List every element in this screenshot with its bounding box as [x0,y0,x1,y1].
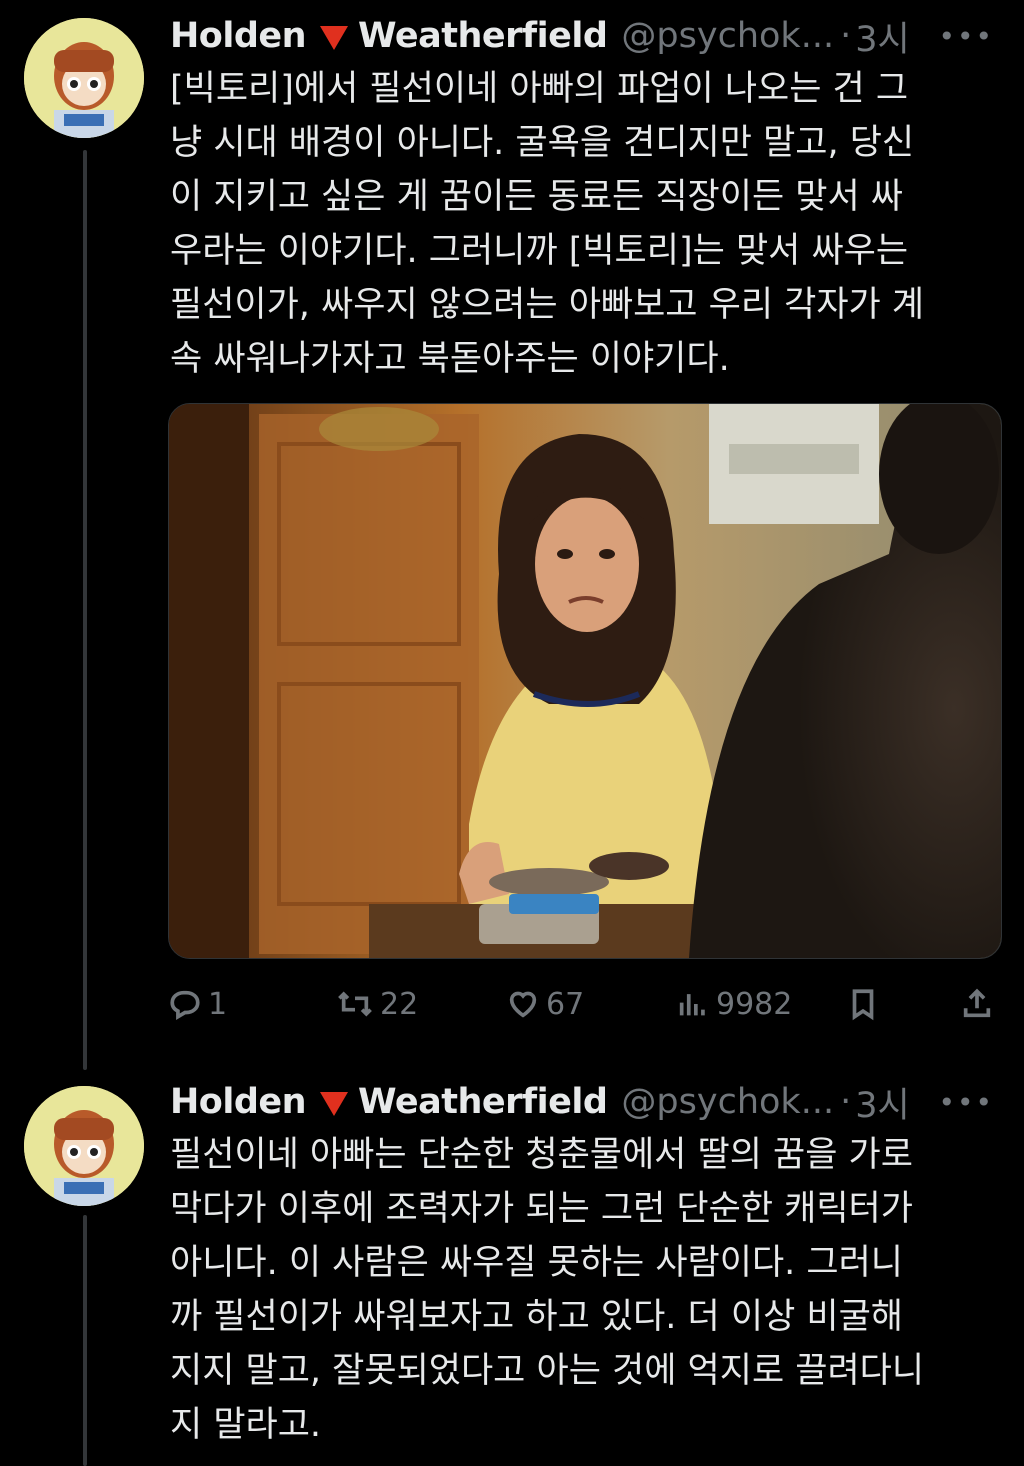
tweet-header: Holden Weatherfield @psychok... · 3시 ••• [170,1082,1004,1126]
tweet-photo[interactable] [168,403,1002,959]
author-name-2[interactable]: Weatherfield [358,16,608,56]
tweet-text-line: 이 지키고 싶은 게 꿈이든 동료든 직장이든 맞서 싸 [170,177,904,217]
retweet-count: 22 [380,986,419,1022]
separator-dot: · [840,1082,852,1122]
tweet-text-line: 냥 시대 배경이 아니다. 굴욕을 견디지만 말고, 당신 [170,123,915,163]
tweet-header: Holden Weatherfield @psychok... · 3시 ••• [170,16,1004,60]
tweet-text-line: 필선이가, 싸우지 않으려는 아빠보고 우리 각자가 계 [170,285,925,325]
author-handle[interactable]: @psychok... [621,16,834,56]
tweet-1[interactable]: Holden Weatherfield @psychok... · 3시 •••… [0,0,1024,1060]
tweet-2[interactable]: Holden Weatherfield @psychok... · 3시 •••… [0,1066,1024,1466]
avatar-illustration [24,1086,144,1206]
bookmark-icon [852,989,874,1021]
avatar[interactable] [24,18,144,138]
views-button[interactable]: 9982 [676,980,792,1028]
share-button[interactable] [960,980,994,1028]
separator-dot: · [840,16,852,56]
view-count: 9982 [716,986,793,1022]
reply-button[interactable]: 1 [168,980,227,1028]
avatar[interactable] [24,1086,144,1206]
red-triangle-down-icon [320,26,349,50]
tweet-text-line: 지지 말고, 잘못되었다고 아는 것에 억지로 끌려다니 [170,1351,925,1391]
timestamp[interactable]: 3시 [855,11,909,62]
tweet-text: [빅토리]에서 필선이네 아빠의 파업이 나오는 건 그 냥 시대 배경이 아니… [170,62,1000,386]
tweet-text-line: 우라는 이야기다. 그러니까 [빅토리]는 맞서 싸우는 [170,231,909,271]
author-handle[interactable]: @psychok... [621,1082,834,1122]
movie-still-image [169,404,1001,958]
reply-count: 1 [208,986,228,1022]
tweet-text-line: 아니다. 이 사람은 싸우질 못하는 사람이다. 그러니 [170,1243,904,1283]
author-name-2[interactable]: Weatherfield [358,1082,608,1122]
tweet-text-line: 속 싸워나가자고 북돋아주는 이야기다. [170,339,730,379]
bookmark-button[interactable] [846,980,880,1028]
retweet-icon [338,991,372,1017]
tweet-text-line: 막다가 이후에 조력자가 되는 그런 단순한 캐릭터가 [170,1189,913,1229]
heart-icon [509,991,537,1018]
tweet-text: 필선이네 아빠는 단순한 청춘물에서 딸의 꿈을 가로 막다가 이후에 조력자가… [170,1128,1000,1452]
tweet-actions: 1 22 67 9982 [168,980,998,1028]
like-button[interactable]: 67 [506,980,584,1028]
timestamp[interactable]: 3시 [855,1077,909,1128]
tweet-text-line: 지 말라고. [170,1405,322,1445]
tweet-text-line: 필선이네 아빠는 단순한 청춘물에서 딸의 꿈을 가로 [170,1135,913,1175]
author-name[interactable]: Holden [170,16,307,56]
red-triangle-down-icon [320,1092,349,1116]
author-name[interactable]: Holden [170,1082,307,1122]
more-dots-icon[interactable]: ••• [938,1086,994,1119]
retweet-button[interactable]: 22 [336,980,418,1028]
tweet-text-line: [빅토리]에서 필선이네 아빠의 파업이 나오는 건 그 [170,69,909,109]
reply-icon [170,990,200,1021]
views-chart-icon [679,994,705,1016]
avatar-illustration [24,18,144,138]
tweet-text-line: 까 필선이가 싸워보자고 하고 있다. 더 이상 비굴해 [170,1297,904,1337]
more-dots-icon[interactable]: ••• [938,20,994,53]
like-count: 67 [546,986,585,1022]
share-icon [963,988,991,1018]
